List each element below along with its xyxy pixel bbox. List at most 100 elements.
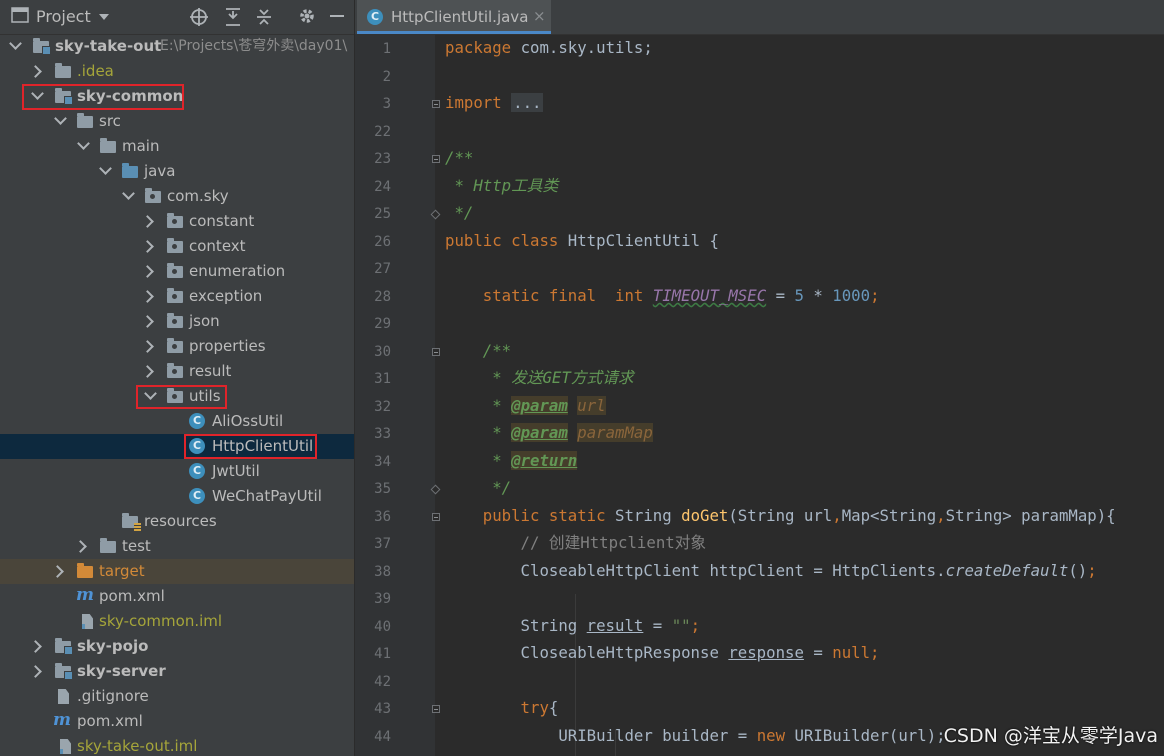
close-icon[interactable]: × (533, 7, 546, 25)
tree-item-label: test (122, 537, 151, 555)
tree-item-java[interactable]: java (0, 159, 354, 184)
code-token: * (445, 423, 512, 442)
tree-item-src[interactable]: src (0, 109, 354, 134)
tree-item-sky-common-iml[interactable]: sky-common.iml (0, 609, 354, 634)
tree-item-context[interactable]: context (0, 234, 354, 259)
code-token: "" (671, 616, 691, 635)
code-editor: C HttpClientUtil.java × 1 2 3 22 23 24 2… (355, 0, 1164, 756)
tree-item-result[interactable]: result (0, 359, 354, 384)
tree-item-wechatpay-util[interactable]: C WeChatPayUtil (0, 484, 354, 509)
fold-toggle-icon[interactable] (432, 155, 440, 163)
tree-item-main[interactable]: main (0, 134, 354, 159)
fold-end-icon[interactable] (430, 209, 441, 220)
expand-all-icon[interactable] (222, 7, 244, 27)
file-icon (58, 689, 69, 704)
tree-item-label: .idea (77, 62, 114, 80)
code-token: result (586, 616, 644, 635)
expand-arrow-icon[interactable] (122, 187, 135, 200)
collapsed-arrow-icon[interactable] (141, 240, 154, 253)
line-number: 36 (374, 509, 391, 525)
tree-item-target[interactable]: target (0, 559, 354, 584)
tree-item-root-pom-xml[interactable]: m pom.xml (0, 709, 354, 734)
folded-imports[interactable]: ... (511, 93, 544, 112)
package-icon (167, 338, 183, 353)
fold-toggle-icon[interactable] (432, 513, 440, 521)
tree-item-test[interactable]: test (0, 534, 354, 559)
code-token: public class (445, 231, 559, 250)
collapsed-arrow-icon[interactable] (51, 565, 64, 578)
tree-item-label: properties (189, 337, 266, 355)
expand-arrow-icon[interactable] (99, 162, 112, 175)
collapsed-arrow-icon[interactable] (29, 65, 42, 78)
code-token: ; (1087, 561, 1097, 580)
tree-item-sky-pojo[interactable]: sky-pojo (0, 634, 354, 659)
collapsed-arrow-icon[interactable] (141, 315, 154, 328)
expand-arrow-icon[interactable] (9, 37, 22, 50)
code-line-34: * @return (445, 451, 578, 471)
package-icon (167, 288, 183, 303)
collapsed-arrow-icon[interactable] (141, 215, 154, 228)
tree-item-gitignore[interactable]: .gitignore (0, 684, 354, 709)
line-number: 28 (374, 289, 391, 305)
fold-toggle-icon[interactable] (432, 705, 440, 713)
locate-icon[interactable] (188, 7, 210, 27)
tree-item-idea[interactable]: .idea (0, 59, 354, 84)
tree-item-alioss-util[interactable]: C AliOssUtil (0, 409, 354, 434)
line-number: 2 (382, 69, 391, 85)
collapsed-arrow-icon[interactable] (141, 290, 154, 303)
tree-item-sky-take-out[interactable]: sky-take-out E:\Projects\苍穹外卖\day01\ (0, 34, 354, 59)
minimize-icon[interactable] (326, 7, 348, 27)
dropdown-icon[interactable] (96, 7, 112, 27)
collapsed-arrow-icon[interactable] (29, 665, 42, 678)
fold-toggle-icon[interactable] (432, 100, 440, 108)
tree-item-exception[interactable]: exception (0, 284, 354, 309)
class-icon: C (189, 463, 205, 479)
code-token: URIBuilder builder = (445, 726, 757, 745)
code-area[interactable]: package com.sky.utils; import ... /** * … (445, 34, 1164, 756)
project-panel-title[interactable]: Project (36, 7, 91, 27)
code-token: new (756, 726, 786, 745)
tab-httpclient-util[interactable]: C HttpClientUtil.java × (357, 0, 551, 34)
tree-item-properties[interactable]: properties (0, 334, 354, 359)
tree-item-constant[interactable]: constant (0, 209, 354, 234)
code-token: url (577, 396, 606, 415)
tree-item-resources[interactable]: resources (0, 509, 354, 534)
line-number: 39 (374, 591, 391, 607)
tree-item-sky-take-out-iml[interactable]: sky-take-out.iml (0, 734, 354, 756)
collapsed-arrow-icon[interactable] (74, 540, 87, 553)
editor-tab-bar: C HttpClientUtil.java × (355, 0, 1164, 35)
tree-item-enumeration[interactable]: enumeration (0, 259, 354, 284)
tree-item-label: json (189, 312, 220, 330)
line-number: 43 (374, 701, 391, 717)
expand-arrow-icon[interactable] (54, 112, 67, 125)
tree-item-sky-server[interactable]: sky-server (0, 659, 354, 684)
package-icon (167, 313, 183, 328)
expand-arrow-icon[interactable] (77, 137, 90, 150)
module-folder-icon (55, 638, 73, 655)
line-number: 41 (374, 646, 391, 662)
collapse-all-icon[interactable] (253, 7, 275, 27)
tree-item-com-sky[interactable]: com.sky (0, 184, 354, 209)
collapsed-arrow-icon[interactable] (141, 265, 154, 278)
collapsed-arrow-icon[interactable] (29, 640, 42, 653)
collapsed-arrow-icon[interactable] (141, 340, 154, 353)
source-folder-icon (122, 163, 138, 178)
tree-item-jwt-util[interactable]: C JwtUtil (0, 459, 354, 484)
settings-icon[interactable] (296, 7, 318, 27)
line-number: 34 (374, 454, 391, 470)
line-number: 25 (374, 206, 391, 222)
tree-item-json[interactable]: json (0, 309, 354, 334)
code-line-41: CloseableHttpResponse response = null; (445, 643, 880, 663)
folder-icon (100, 538, 116, 553)
fold-toggle-icon[interactable] (432, 348, 440, 356)
tree-item-pom-xml[interactable]: m pom.xml (0, 584, 354, 609)
code-token: URIBuilder(url); (785, 726, 946, 745)
collapsed-arrow-icon[interactable] (141, 365, 154, 378)
code-token: , (832, 506, 842, 525)
folder-icon (55, 63, 71, 78)
code-token: doGet (681, 506, 729, 525)
code-line-36: public static String doGet(String url,Ma… (445, 506, 1116, 526)
code-token: 1000 (832, 286, 871, 305)
fold-end-icon[interactable] (430, 484, 441, 495)
